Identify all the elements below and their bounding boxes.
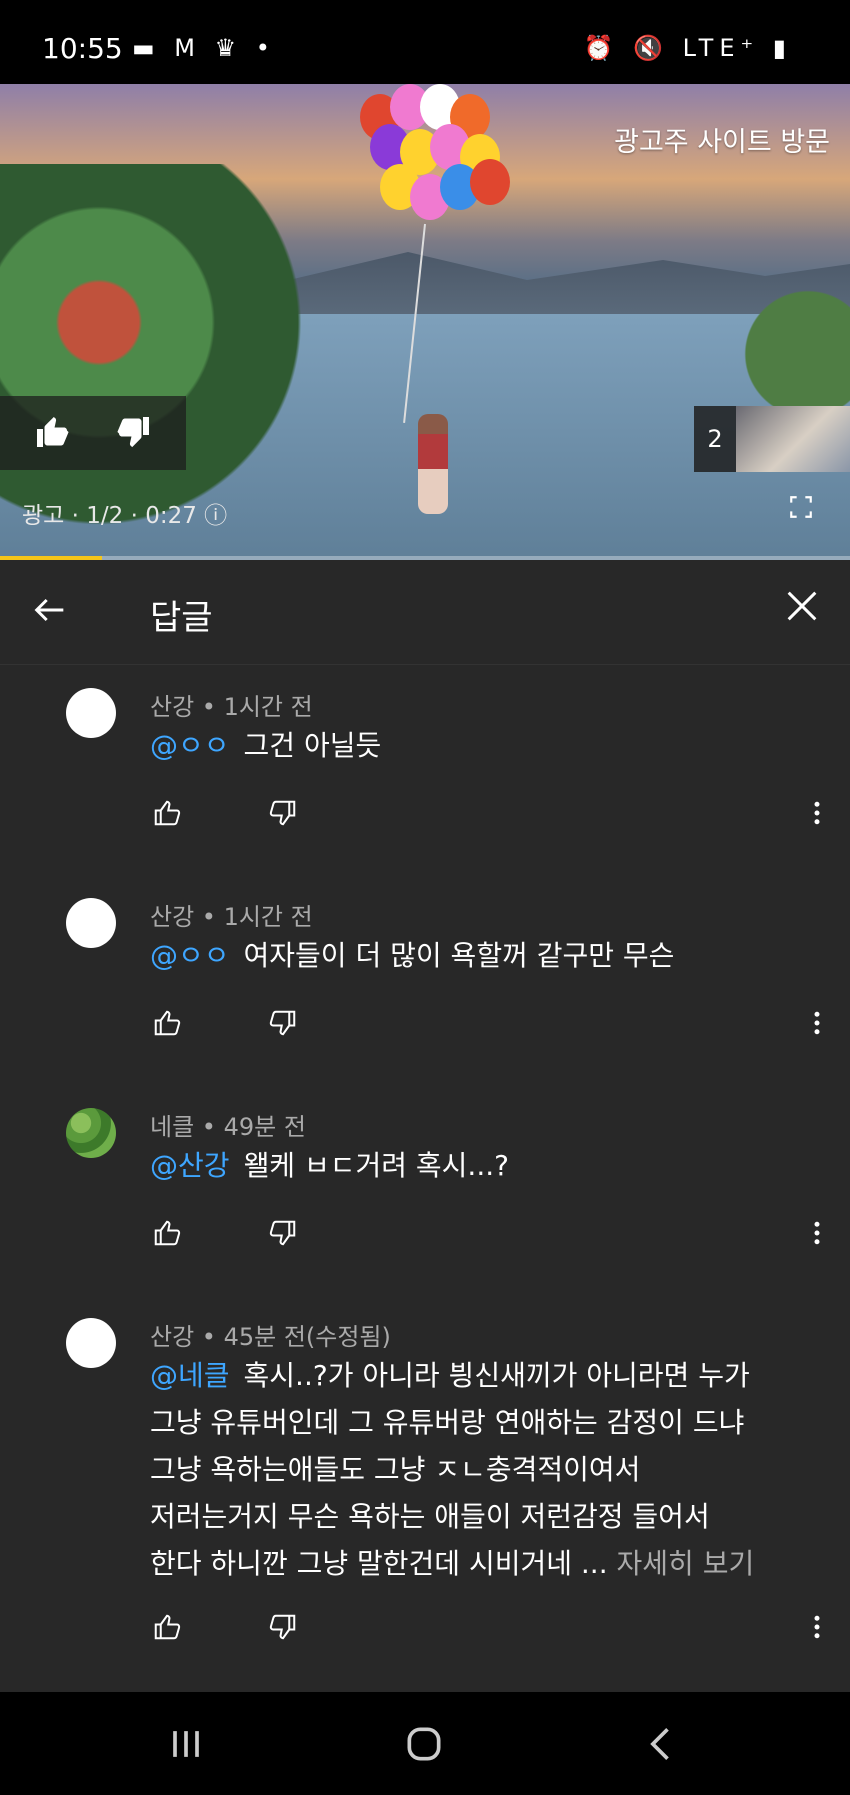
- mention-link[interactable]: @산강: [150, 1149, 230, 1182]
- back-nav-icon[interactable]: [640, 1722, 684, 1766]
- video-player[interactable]: 광고주 사이트 방문 2 광고 · 1/2 · 0:27 ⓘ: [0, 84, 850, 560]
- like-icon[interactable]: [152, 1612, 182, 1642]
- ad-info-label[interactable]: 광고 · 1/2 · 0:27 ⓘ: [22, 496, 227, 530]
- ad-rating-box: [0, 396, 186, 470]
- more-options-icon[interactable]: [802, 1008, 832, 1038]
- visit-advertiser-link[interactable]: 광고주 사이트 방문: [614, 120, 830, 159]
- mention-link[interactable]: @ㅇㅇ: [150, 729, 230, 762]
- comment-actions: [150, 798, 830, 830]
- comment-meta: 산강 • 1시간 전: [150, 903, 313, 931]
- next-ad-thumbnail[interactable]: [736, 406, 850, 472]
- like-icon[interactable]: [152, 798, 182, 828]
- balloons: [360, 84, 520, 234]
- status-time: 10:55: [42, 32, 123, 65]
- comment-text: @산강 왤케 ㅂㄷ거려 혹시...?: [150, 1149, 509, 1182]
- replies-header: 답글: [0, 560, 850, 665]
- next-ad-count[interactable]: 2: [694, 406, 736, 472]
- system-nav-bar: [0, 1692, 850, 1795]
- more-options-icon[interactable]: [802, 1612, 832, 1642]
- avatar[interactable]: [66, 688, 116, 738]
- thumb-down-icon[interactable]: [116, 414, 152, 450]
- comment-actions: [150, 1008, 830, 1040]
- comment-meta: 네클 • 49분 전: [150, 1113, 306, 1141]
- avatar[interactable]: [66, 898, 116, 948]
- comment-text: @네클 혹시..?가 아니라 븽신새끼가 아니라면 누가 그냥 유튜버인데 그 유…: [150, 1359, 755, 1580]
- dislike-icon[interactable]: [268, 1218, 298, 1248]
- notification-icons: ▬ M ♛ •: [132, 34, 276, 62]
- mention-link[interactable]: @네클: [150, 1359, 230, 1392]
- dislike-icon[interactable]: [268, 1008, 298, 1038]
- replies-title: 답글: [150, 598, 213, 638]
- avatar[interactable]: [66, 1108, 116, 1158]
- comment-text: @ㅇㅇ 여자들이 더 많이 욕할꺼 같구만 무슨: [150, 939, 675, 972]
- recent-apps-icon[interactable]: [164, 1722, 208, 1766]
- comment-actions: [150, 1218, 830, 1250]
- back-arrow-icon[interactable]: [30, 590, 70, 630]
- avatar[interactable]: [66, 1318, 116, 1368]
- more-options-icon[interactable]: [802, 1218, 832, 1248]
- home-icon[interactable]: [402, 1722, 446, 1766]
- like-icon[interactable]: [152, 1218, 182, 1248]
- thumb-up-icon[interactable]: [34, 414, 70, 450]
- fullscreen-icon[interactable]: [788, 494, 814, 520]
- more-options-icon[interactable]: [802, 798, 832, 828]
- comment-meta: 산강 • 1시간 전: [150, 693, 313, 721]
- mention-link[interactable]: @ㅇㅇ: [150, 939, 230, 972]
- dislike-icon[interactable]: [268, 798, 298, 828]
- system-icons: ⏰ 🔇 LTE⁺ ▮: [583, 34, 792, 62]
- read-more-link[interactable]: 자세히 보기: [617, 1547, 755, 1580]
- status-bar: 10:55 ▬ M ♛ • ⏰ 🔇 LTE⁺ ▮: [0, 0, 850, 84]
- like-icon[interactable]: [152, 1008, 182, 1038]
- girl-figure: [418, 414, 448, 514]
- comment-meta: 산강 • 45분 전(수정됨): [150, 1323, 391, 1351]
- comment-text: @ㅇㅇ 그건 아닐듯: [150, 729, 382, 762]
- dislike-icon[interactable]: [268, 1612, 298, 1642]
- close-icon[interactable]: [782, 586, 822, 626]
- comment-actions: [150, 1612, 830, 1644]
